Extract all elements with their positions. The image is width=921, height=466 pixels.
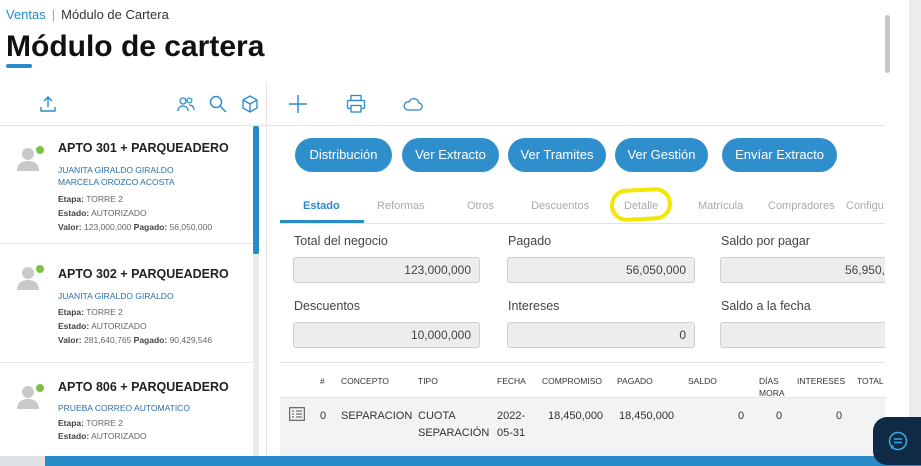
right-rail [909,0,921,466]
total-negocio-label: Total del negocio [294,234,388,248]
highlight-annotation [609,186,673,223]
unit-estado: Estado: AUTORIZADO [58,208,147,218]
unit-etapa: Etapa: TORRE 2 [58,194,123,204]
chat-icon [887,430,909,452]
cell-concepto: SEPARACION [341,410,413,422]
col-header[interactable]: TOTAL [857,375,884,387]
intereses-label: Intereses [508,299,560,313]
unit-etapa: Etapa: TORRE 2 [58,307,123,317]
unit-title: APTO 302 + PARQUEADERO [58,267,229,281]
col-header[interactable]: PAGADO [617,375,653,387]
upload-icon[interactable] [38,94,58,114]
cell-pagado: 18,450,000 [619,410,675,422]
tab-descuentos[interactable]: Descuentos [531,200,589,212]
cell-fecha: 2022- [497,410,526,422]
box-icon[interactable] [240,94,260,114]
unit-person: JUANITA GIRALDO GIRALDO [58,291,174,301]
detail-toolbar [267,82,885,126]
descuentos-label: Descuentos [294,299,361,313]
avatar-icon [16,144,46,174]
search-icon[interactable] [208,94,228,114]
breadcrumb: Ventas | Módulo de Cartera [6,7,169,22]
avatar-icon [16,382,46,412]
unit-person: MARCELA OROZCO ACOSTA [58,177,175,187]
col-header[interactable]: CONCEPTO [341,375,389,387]
printer-icon[interactable] [345,93,367,115]
enviar-extracto-button[interactable]: Envíar Extracto [722,138,837,172]
app-root: Ventas | Módulo de Cartera Módulo de carte… [0,0,921,466]
page-title: Módulo de cartera [6,30,265,63]
cartera-table: # CONCEPTO TIPO FECHA COMPROMISO PAGADO … [280,362,885,456]
tab-configuracion[interactable]: Configu [846,200,884,212]
unit-valor: Valor: 281,640,765 Pagado: 90,429,546 [58,335,213,345]
plus-icon[interactable] [287,93,309,115]
saldo-fecha-field [720,322,885,348]
unit-person: JUANITA GIRALDO GIRALDO [58,165,174,175]
cell-dias-mora: 0 [776,410,783,422]
intereses-field: 0 [507,322,695,348]
pagado-label: Pagado [508,234,552,248]
cell-saldo: 0 [738,410,745,422]
units-panel: APTO 301 + PARQUEADERO JUANITA GIRALDO G… [0,82,266,466]
ver-gestion-button[interactable]: Ver Gestión [615,138,708,172]
ver-extracto-button[interactable]: Ver Extracto [402,138,499,172]
avatar-icon [16,263,46,293]
detail-tabs: Estado Reformas Otros Descuentos Detalle… [280,190,885,224]
unit-card[interactable]: APTO 302 + PARQUEADERO JUANITA GIRALDO G… [0,245,253,363]
tab-reformas[interactable]: Reformas [377,200,425,212]
unit-card[interactable]: APTO 301 + PARQUEADERO JUANITA GIRALDO G… [0,126,253,244]
chat-button[interactable] [873,417,921,465]
col-header[interactable]: INTERESES [797,375,845,387]
cell-tipo: SEPARACIÓN [418,427,490,439]
breadcrumb-current: Módulo de Cartera [61,7,169,22]
tab-estado[interactable]: Estado [303,200,340,212]
detail-list-icon[interactable] [289,407,305,421]
page-scrollbar[interactable] [885,15,890,73]
breadcrumb-ventas[interactable]: Ventas [6,7,46,22]
col-header[interactable]: TIPO [418,375,438,387]
pagado-field: 56,050,000 [507,257,695,283]
users-icon[interactable] [176,94,196,114]
units-toolbar [0,82,266,126]
cell-compromiso: 18,450,000 [548,410,604,422]
tab-otros[interactable]: Otros [467,200,494,212]
cell-fecha: 05-31 [497,427,526,439]
tab-compradores[interactable]: Compradores [768,200,835,212]
units-scrollbar-thumb[interactable] [253,126,259,254]
ver-tramites-button[interactable]: Ver Tramites [508,138,606,172]
cell-num: 0 [320,410,327,422]
unit-title: APTO 301 + PARQUEADERO [58,141,229,155]
unit-valor: Valor: 123,000,000 Pagado: 56,050,000 [58,222,213,232]
table-row[interactable] [280,398,885,456]
saldo-fecha-label: Saldo a la fecha [721,299,811,313]
breadcrumb-separator: | [51,7,56,22]
col-header[interactable]: SALDO [688,375,717,387]
panel-divider [266,82,267,456]
unit-card[interactable]: APTO 806 + PARQUEADERO PRUEBA CORREO AUT… [0,364,253,466]
total-negocio-field: 123,000,000 [293,257,480,283]
unit-estado: Estado: AUTORIZADO [58,321,147,331]
distribucion-button[interactable]: Distribución [295,138,392,172]
unit-person: PRUEBA CORREO AUTOMATICO [58,403,190,413]
bottom-bar [0,456,921,466]
bottom-bar-left [0,456,45,466]
col-header: # [320,376,325,386]
active-tab-indicator [280,220,364,223]
unit-estado: Estado: AUTORIZADO [58,431,147,441]
saldo-pagar-field: 56,950, [720,257,885,283]
cell-intereses: 0 [836,410,843,422]
tab-matricula[interactable]: Matrícula [698,200,743,212]
cloud-icon[interactable] [402,93,424,115]
col-header[interactable]: FECHA [497,375,526,387]
cell-tipo: CUOTA [418,410,456,422]
unit-etapa: Etapa: TORRE 2 [58,418,123,428]
descuentos-field: 10,000,000 [293,322,480,348]
saldo-pagar-label: Saldo por pagar [721,234,810,248]
col-header[interactable]: COMPROMISO [542,375,602,387]
units-scrollbar[interactable] [253,126,259,456]
unit-title: APTO 806 + PARQUEADERO [58,380,229,394]
title-underline [6,64,32,68]
col-header[interactable]: DÍAS [759,375,779,387]
